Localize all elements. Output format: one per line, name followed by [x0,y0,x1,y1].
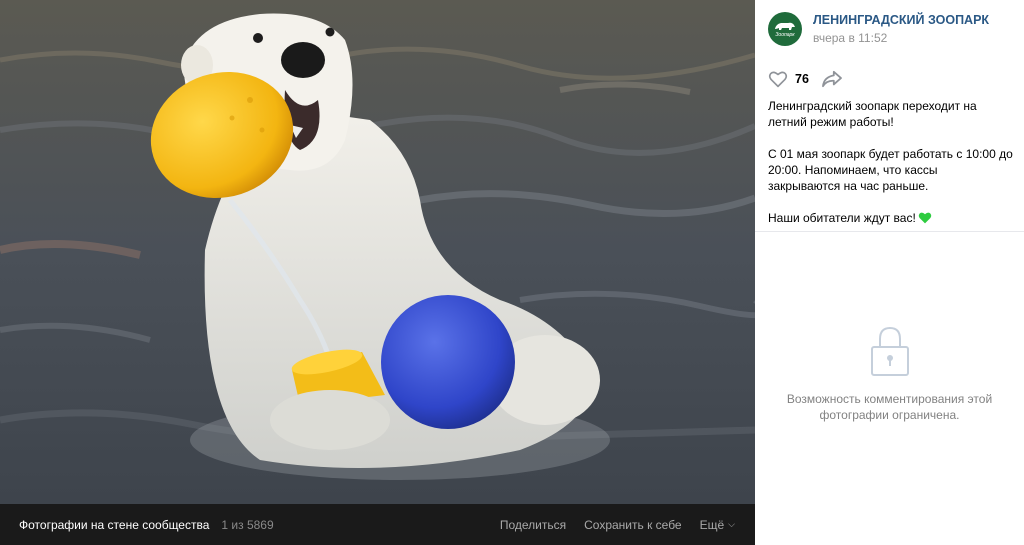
comments-restricted-note: Возможность комментирования этой фотогра… [786,392,993,422]
photo-polar-bear[interactable] [0,0,755,504]
post-paragraph: Ленинградский зоопарк переходит на летни… [768,99,977,129]
post-timestamp[interactable]: вчера в 11:52 [813,31,989,45]
post-reactions: 76 [768,70,843,88]
like-count: 76 [795,72,809,86]
photo-counter: 1 из 5869 [221,517,274,532]
share-button[interactable]: Поделиться [500,518,566,532]
more-button[interactable]: Ещё ⌵ [700,518,735,532]
comments-locked: Возможность комментирования этой фотогра… [755,325,1024,423]
viewer-actions: Поделиться Сохранить к себе Ещё ⌵ [482,518,735,532]
more-label: Ещё [699,517,725,532]
avatar[interactable]: Зоопарк [768,12,802,46]
post-paragraph: С 01 мая зоопарк будет работать с 10:00 … [768,147,1013,193]
post-info-panel: Зоопарк ЛЕНИНГРАДСКИЙ ЗООПАРК вчера в 11… [755,0,1024,545]
post-text: Ленинградский зоопарк переходит на летни… [768,98,1013,244]
divider [755,231,1024,232]
green-heart-emoji-icon [918,211,932,228]
post-paragraph: Наши обитатели ждут вас! [768,211,916,225]
chevron-down-icon: ⌵ [728,519,735,529]
lock-icon [870,326,909,376]
album-title[interactable]: Фотографии на стене сообщества [19,518,209,532]
viewer-bottom-bar: Фотографии на стене сообщества 1 из 5869… [0,504,755,545]
author-meta: ЛЕНИНГРАДСКИЙ ЗООПАРК вчера в 11:52 [813,13,989,45]
share-arrow-icon [822,70,842,88]
post-paragraph-with-emoji: Наши обитатели ждут вас! [768,210,1013,228]
polar-bear-logo-icon [775,22,795,30]
share-post-button[interactable] [821,70,843,88]
avatar-caption: Зоопарк [775,32,795,38]
author-name-link[interactable]: ЛЕНИНГРАДСКИЙ ЗООПАРК [813,13,989,27]
like-heart-icon [768,71,788,88]
save-to-self-button[interactable]: Сохранить к себе [584,518,682,532]
photo-viewer: Фотографии на стене сообщества 1 из 5869… [0,0,755,545]
post-author: Зоопарк ЛЕНИНГРАДСКИЙ ЗООПАРК вчера в 11… [768,12,989,46]
like-button[interactable] [768,70,788,88]
